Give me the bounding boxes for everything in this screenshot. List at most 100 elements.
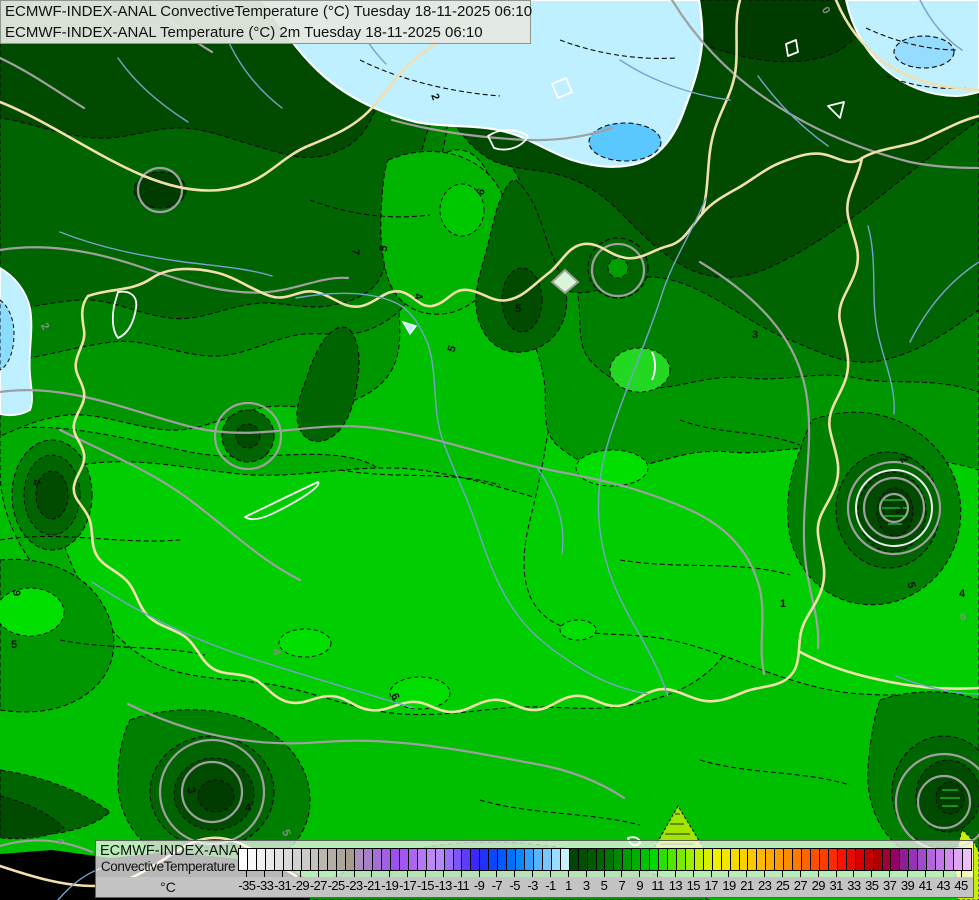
tick-label: -31 (274, 878, 292, 893)
bright-spot-1 (575, 449, 649, 487)
tick-mark (799, 870, 801, 877)
tick-label: -29 (291, 878, 310, 893)
tick-label: 11 (651, 878, 664, 893)
contour-label: 6 (960, 611, 966, 623)
tick-mark (603, 870, 605, 877)
tick-label: 1 (564, 878, 572, 893)
tick-mark (924, 870, 926, 877)
colorbar-cell (328, 849, 338, 870)
colorbar-cell (596, 849, 606, 870)
colorbar-cell (739, 849, 749, 870)
legend-model-label: ECMWF-INDEX-ANAL (100, 843, 247, 859)
tick-mark (264, 870, 266, 877)
tick-label: 31 (829, 878, 843, 893)
tick-label: -5 (509, 878, 521, 893)
tick-mark (496, 870, 498, 877)
colorbar-cell (373, 849, 382, 870)
contour-label: 5 (515, 303, 521, 315)
colorbar-cell (650, 849, 660, 870)
map-canvas: 5264557235463446950241543 (0, 0, 979, 900)
colorbar-cell (784, 849, 794, 870)
colorbar-cell (748, 849, 758, 870)
colorbar-cell (283, 849, 293, 870)
tick-mark (549, 870, 551, 877)
colorbar-cell (945, 849, 954, 870)
contour-label: 4 (245, 802, 252, 814)
colorbar-cell (605, 849, 615, 870)
colorbar-cell (909, 849, 919, 870)
tick-mark (782, 870, 784, 877)
tick-label: 29 (811, 878, 826, 893)
tick-label: 13 (668, 878, 683, 893)
colorbar-cell (364, 849, 374, 870)
colorbar-cell (614, 849, 624, 870)
tick-label: 15 (686, 878, 701, 893)
title-box: ECMWF-INDEX-ANAL ConvectiveTemperature (… (0, 0, 532, 44)
colorbar-cell (623, 849, 633, 870)
tick-label: -33 (256, 878, 274, 893)
colorbar-cell (954, 849, 963, 870)
colorbar-cell (703, 849, 713, 870)
tick-mark (424, 870, 426, 877)
tick-mark (407, 870, 409, 877)
tick-mark (907, 870, 908, 877)
colorbar-cell (882, 849, 892, 870)
colorbar-cell (444, 849, 454, 870)
colorbar-cell (507, 849, 517, 870)
legend-parameter-label: ConvectiveTemperature (100, 859, 236, 874)
contour-label: 1 (780, 598, 786, 610)
tick-mark (942, 870, 944, 877)
tick-mark (746, 870, 748, 877)
tick-mark (853, 870, 855, 877)
tick-mark (567, 870, 569, 877)
tick-label: 23 (758, 878, 772, 893)
colorbar-cell (560, 849, 570, 870)
tick-label: -19 (381, 878, 399, 893)
colorbar-cell (319, 849, 329, 870)
colorbar-cell (417, 849, 427, 870)
colorbar-cell (256, 849, 266, 870)
colorbar-cell (480, 849, 490, 870)
colorbar-cell (355, 849, 365, 870)
legend-ticks (238, 870, 970, 877)
colorbar-cell (676, 849, 686, 870)
colorbar-cell (551, 849, 561, 870)
tick-label: 41 (918, 878, 933, 893)
tick-mark (621, 870, 623, 877)
contour-label: 3 (752, 329, 758, 341)
tick-mark (299, 870, 301, 877)
tick-label: -35 (238, 878, 256, 893)
tick-label: 43 (936, 878, 951, 893)
colorbar-cell (337, 849, 347, 870)
colorbar-cell (525, 849, 534, 870)
tick-mark (889, 870, 891, 877)
bright-spot-2 (278, 628, 332, 658)
tick-mark (478, 870, 480, 877)
tick-mark (960, 870, 962, 877)
colorbar-cell (918, 849, 928, 870)
colorbar-cell (811, 849, 820, 870)
colorbar-cell (399, 849, 409, 870)
colorbar-cell (346, 849, 356, 870)
colorbar-cell (587, 849, 597, 870)
tick-mark (692, 870, 694, 877)
colorbar-cell (453, 849, 463, 870)
contour-label: 4 (959, 588, 966, 600)
tick-label: -7 (491, 878, 503, 893)
tick-mark (639, 870, 641, 877)
tick-mark (317, 870, 319, 877)
colorbar-cell (766, 849, 776, 870)
legend-unit-label: °C (160, 879, 176, 895)
tick-mark (353, 870, 355, 877)
contour-label: 7 (349, 249, 361, 255)
colorbar-cell (471, 849, 481, 870)
colorbar-cell (936, 849, 946, 870)
title-line-2: ECMWF-INDEX-ANAL Temperature (°C) 2m Tue… (5, 24, 483, 41)
colorbar-cell (855, 849, 865, 870)
weather-map-screen: 5264557235463446950241543 ECMWF-INDEX-AN… (0, 0, 979, 900)
bright-spot-4 (559, 619, 597, 641)
tick-label: -9 (473, 878, 485, 893)
legend-panel: ECMWF-INDEX-ANAL ConvectiveTemperature °… (95, 840, 974, 898)
tick-label: 25 (775, 878, 790, 893)
tick-label: 3 (582, 878, 590, 893)
